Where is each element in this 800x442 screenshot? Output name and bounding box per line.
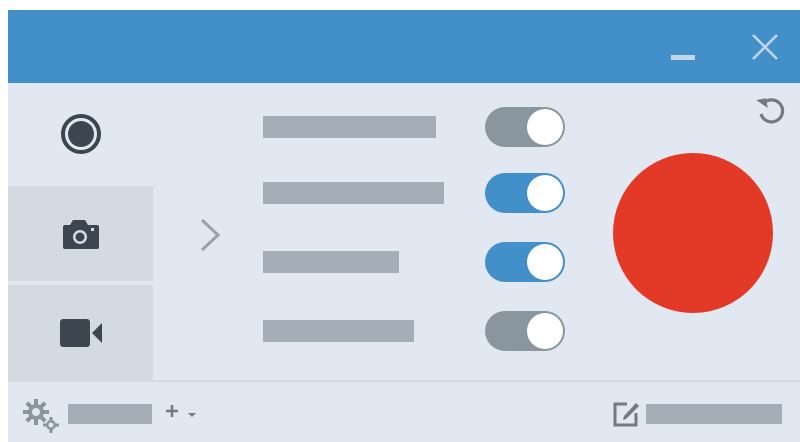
chevron-right-icon [200,218,221,252]
reset-button[interactable] [754,94,788,128]
option-label [263,182,444,204]
close-button[interactable] [748,30,782,64]
video-camera-icon [59,318,102,347]
option-label [263,116,436,138]
option-row [263,105,573,149]
sidebar-item-video[interactable] [8,285,153,380]
minimize-icon [671,55,695,60]
chevron-down-icon [188,413,196,417]
close-icon [752,34,778,60]
toggle-knob [527,175,563,211]
option-row [263,171,573,215]
record-icon [60,114,101,154]
edit-icon [613,402,639,427]
option-toggle[interactable] [485,173,565,213]
record-button[interactable] [613,153,773,313]
footer-bar [8,380,800,442]
minimize-button[interactable] [666,30,700,64]
camera-icon [62,219,99,249]
sidebar-item-photo[interactable] [8,186,153,281]
toggle-knob [527,109,563,145]
option-row [263,309,573,353]
option-label [263,320,414,342]
option-toggle[interactable] [485,311,565,351]
add-button[interactable] [164,400,206,426]
reset-icon [756,98,785,124]
settings-button[interactable] [22,398,62,434]
plus-icon [166,405,196,417]
edit-button[interactable] [610,398,642,430]
mode-sidebar [8,83,153,380]
recorder-window [8,10,800,442]
notes-field[interactable] [646,404,782,424]
option-toggle[interactable] [485,107,565,147]
settings-selector[interactable] [68,404,152,424]
gear-icon [23,399,59,433]
option-toggle[interactable] [485,242,565,282]
option-label [263,251,399,273]
toggle-knob [527,313,563,349]
expand-arrow-button[interactable] [198,217,222,253]
toggle-knob [527,244,563,280]
sidebar-item-record[interactable] [8,83,153,185]
option-row [263,240,573,284]
title-bar [8,10,800,83]
